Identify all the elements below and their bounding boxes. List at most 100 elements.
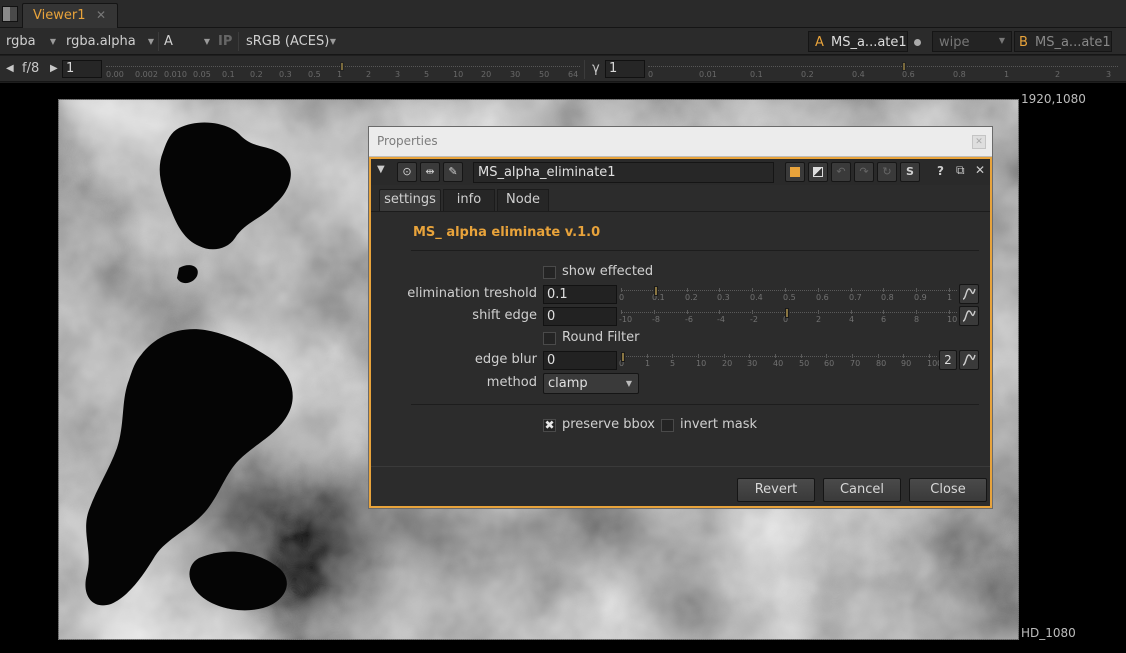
gain-input[interactable]: 1 bbox=[62, 60, 102, 78]
fstop-decrease-icon[interactable]: ◀ bbox=[6, 63, 14, 74]
gamma-input[interactable]: 1 bbox=[605, 60, 645, 78]
slider-tick-label: 10 bbox=[453, 70, 464, 79]
close-icon[interactable]: ✕ bbox=[972, 135, 986, 149]
input-arrows-icon[interactable]: ⇹ bbox=[420, 162, 440, 182]
alpha-channel-dropdown[interactable]: rgba.alpha ▼ bbox=[66, 32, 154, 51]
slider-tick bbox=[647, 354, 648, 358]
slider-tick-label: 80 bbox=[876, 359, 887, 368]
wipe-mode-dropdown[interactable]: wipe ▼ bbox=[932, 31, 1012, 52]
method-value: clamp bbox=[548, 376, 588, 391]
gamma-slider[interactable]: 0 0.01 0.1 0.2 0.4 0.6 0.8 1 2 3 bbox=[648, 60, 1118, 80]
bypass-icon[interactable] bbox=[808, 162, 828, 182]
script-icon[interactable]: S bbox=[900, 162, 920, 182]
revert-button[interactable]: Revert bbox=[737, 478, 815, 502]
tab-viewer1[interactable]: Viewer1 ✕ bbox=[22, 3, 118, 28]
shift-edge-input[interactable]: 0 bbox=[543, 307, 617, 326]
fstop-label[interactable]: f/8 bbox=[22, 61, 39, 76]
preserve-bbox-checkbox[interactable]: ✖ bbox=[543, 419, 556, 432]
close-button[interactable]: Close bbox=[909, 478, 987, 502]
invert-mask-checkbox[interactable] bbox=[661, 419, 674, 432]
elimination-treshold-slider[interactable]: 0 0.1 0.2 0.3 0.4 0.5 0.6 0.7 0.8 0.9 1 bbox=[619, 286, 957, 307]
slider-tick-label: 1 bbox=[1004, 70, 1010, 79]
divider bbox=[411, 250, 979, 251]
layer-value: A bbox=[164, 34, 173, 49]
channels-dropdown[interactable]: rgba ▼ bbox=[6, 32, 56, 51]
animation-curve-icon[interactable] bbox=[959, 350, 979, 370]
help-icon[interactable]: ? bbox=[937, 164, 944, 178]
resolution-label: 1920,1080 bbox=[1021, 92, 1086, 106]
node-header: ▼ ⊙ ⇹ ✎ MS_alpha_eliminate1 ↶ ↷ ↻ S ? ⧉ … bbox=[371, 159, 990, 185]
shift-edge-slider[interactable]: -10 -8 -6 -4 -2 0 2 4 6 8 10 bbox=[619, 308, 957, 329]
center-node-icon[interactable]: ⊙ bbox=[397, 162, 417, 182]
slider-tick bbox=[719, 288, 720, 292]
input-b-letter: B bbox=[1019, 35, 1028, 50]
tab-info[interactable]: info bbox=[443, 189, 495, 211]
slider-tick bbox=[851, 288, 852, 292]
round-filter-checkbox[interactable] bbox=[543, 332, 556, 345]
slider-tick-label: 1 bbox=[337, 70, 343, 79]
float-panel-icon[interactable]: ⧉ bbox=[956, 163, 965, 178]
slider-tick bbox=[654, 310, 655, 314]
chevron-down-icon: ▼ bbox=[625, 379, 632, 388]
close-icon[interactable]: ✕ bbox=[96, 8, 106, 22]
layer-dropdown[interactable]: A ▼ bbox=[164, 32, 210, 51]
edge-blur-slider[interactable]: 0 1 5 10 20 30 40 50 60 70 80 90 100 bbox=[619, 352, 942, 373]
edge-blur-split-button[interactable]: 2 bbox=[939, 350, 957, 370]
revert-knobs-icon[interactable]: ↻ bbox=[877, 162, 897, 182]
animation-curve-icon[interactable] bbox=[959, 284, 979, 304]
undo-icon[interactable]: ↶ bbox=[831, 162, 851, 182]
slider-tick-label: 0.8 bbox=[881, 293, 894, 302]
preserve-bbox-label: preserve bbox bbox=[562, 417, 655, 432]
slider-tick-label: 0.5 bbox=[308, 70, 321, 79]
slider-tick-label: 0 bbox=[619, 293, 625, 302]
slider-tick-label: 40 bbox=[773, 359, 784, 368]
cancel-button[interactable]: Cancel bbox=[823, 478, 901, 502]
input-b-dropdown[interactable]: B MS_a...ate1 bbox=[1014, 31, 1112, 52]
pane-menu-icon[interactable] bbox=[2, 6, 18, 22]
redo-icon[interactable]: ↷ bbox=[854, 162, 874, 182]
slider-tick-label: 0.05 bbox=[193, 70, 211, 79]
slider-track bbox=[621, 312, 957, 314]
slider-tick-label: 0.4 bbox=[852, 70, 865, 79]
edge-blur-input[interactable]: 0 bbox=[543, 351, 617, 370]
animation-curve-icon[interactable] bbox=[959, 306, 979, 326]
slider-handle[interactable] bbox=[621, 352, 625, 362]
tab-node[interactable]: Node bbox=[497, 189, 549, 211]
close-icon[interactable]: ✕ bbox=[975, 163, 985, 177]
fstop-increase-icon[interactable]: ▶ bbox=[50, 63, 58, 74]
method-dropdown[interactable]: clamp ▼ bbox=[543, 373, 639, 394]
slider-tick-label: 2 bbox=[816, 315, 822, 324]
gamma-label: γ bbox=[592, 61, 600, 76]
properties-titlebar[interactable]: Properties ✕ bbox=[369, 127, 992, 157]
slider-tick bbox=[826, 354, 827, 358]
slider-tick-label: 0.9 bbox=[914, 293, 927, 302]
shift-edge-label: shift edge bbox=[472, 308, 537, 323]
chevron-down-icon: ▼ bbox=[203, 37, 210, 46]
toolbar-divider bbox=[238, 32, 239, 51]
wrench-icon[interactable]: ✎ bbox=[443, 162, 463, 182]
slider-tick-label: 5 bbox=[670, 359, 676, 368]
chevron-down-icon: ▼ bbox=[998, 36, 1005, 45]
collapse-triangle-icon[interactable]: ▼ bbox=[377, 164, 385, 175]
properties-title: Properties bbox=[377, 134, 438, 148]
colorspace-dropdown[interactable]: sRGB (ACES) ▼ bbox=[246, 32, 336, 51]
slider-handle[interactable] bbox=[654, 286, 658, 296]
slider-handle[interactable] bbox=[785, 308, 789, 318]
node-name-input[interactable]: MS_alpha_eliminate1 bbox=[473, 162, 774, 183]
input-a-letter: A bbox=[815, 35, 824, 50]
gain-slider[interactable]: 0.00 0.002 0.010 0.05 0.1 0.2 0.3 0.5 1 2 3 5 10 20 30… bbox=[106, 60, 580, 80]
ip-toggle[interactable]: IP bbox=[218, 32, 232, 51]
slider-tick-label: 2 bbox=[1055, 70, 1061, 79]
slider-track bbox=[621, 290, 957, 292]
slider-tick-label: 0.6 bbox=[902, 70, 915, 79]
slider-tick-label: 0.3 bbox=[717, 293, 730, 302]
slider-tick bbox=[752, 310, 753, 314]
wipe-center-icon[interactable] bbox=[914, 39, 921, 46]
node-color-icon[interactable] bbox=[785, 162, 805, 182]
input-a-dropdown[interactable]: A MS_a...ate1 bbox=[808, 31, 908, 52]
show-effected-checkbox[interactable] bbox=[543, 266, 556, 279]
tab-viewer1-label: Viewer1 bbox=[33, 8, 86, 23]
input-b-name: MS_a...ate1 bbox=[1035, 35, 1111, 50]
tab-settings[interactable]: settings bbox=[379, 189, 441, 211]
elimination-treshold-input[interactable]: 0.1 bbox=[543, 285, 617, 304]
